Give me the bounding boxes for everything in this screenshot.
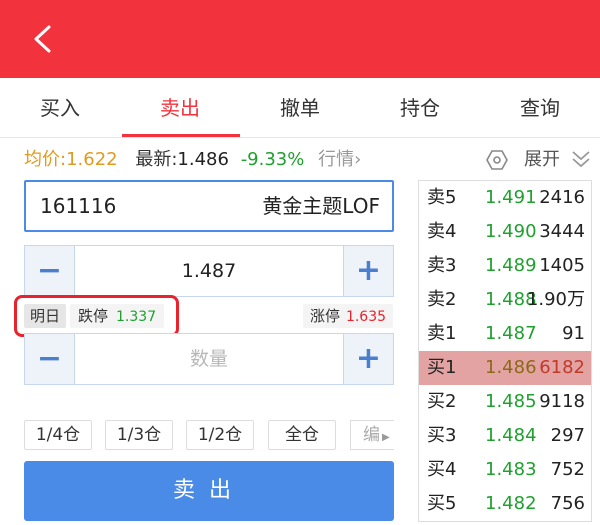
position-edit-button[interactable]: 编 ▶ <box>350 420 394 450</box>
active-tab-indicator <box>122 134 240 137</box>
level-price: 1.486 <box>485 357 537 378</box>
double-chevron-down-icon[interactable] <box>570 148 592 170</box>
limit-up-value: 1.635 <box>345 309 387 325</box>
order-book-row[interactable]: 卖2 1.488 1.90万 <box>419 283 591 317</box>
level-volume: 297 <box>550 425 585 446</box>
level-price: 1.485 <box>485 391 537 412</box>
level-price: 1.489 <box>485 255 537 276</box>
market-link-label: 行情 <box>318 149 355 170</box>
price-stepper: − 1.487 + <box>24 245 394 297</box>
tab-cancel[interactable]: 撤单 <box>240 78 360 138</box>
quantity-decrease-button[interactable]: − <box>25 334 75 384</box>
price-decrease-button[interactable]: − <box>25 246 75 296</box>
order-book-row[interactable]: 买5 1.482 756 <box>419 487 591 521</box>
level-label: 买1 <box>427 357 457 378</box>
order-book-row[interactable]: 卖5 1.491 2416 <box>419 181 591 215</box>
level-volume: 6182 <box>539 357 585 378</box>
level-label: 买3 <box>427 425 457 446</box>
top-bar <box>0 0 600 78</box>
market-link[interactable]: 行情 › <box>318 146 361 174</box>
annotation-highlight-box <box>14 295 179 337</box>
trade-tabs: 买入 卖出 撤单 持仓 查询 <box>0 78 600 138</box>
chevron-right-icon: › <box>354 149 362 170</box>
level-label: 买2 <box>427 391 457 412</box>
order-book-row[interactable]: 买3 1.484 297 <box>419 419 591 453</box>
level-price: 1.490 <box>485 221 537 242</box>
level-label: 卖4 <box>427 221 457 242</box>
last-price-value: 1.486 <box>177 149 229 170</box>
triangle-right-icon: ▶ <box>382 432 390 443</box>
tab-buy[interactable]: 买入 <box>0 78 120 138</box>
level-volume: 2416 <box>539 187 585 208</box>
quantity-increase-button[interactable]: + <box>343 334 393 384</box>
position-half-button[interactable]: 1/2仓 <box>186 420 254 450</box>
level-label: 卖5 <box>427 187 457 208</box>
level-volume: 9118 <box>539 391 585 412</box>
stock-selector[interactable]: 161116 黄金主题LOF <box>24 180 394 232</box>
limit-up-badge[interactable]: 涨停 1.635 <box>303 304 393 328</box>
quantity-stepper: − 数量 + <box>24 333 394 385</box>
level-volume: 756 <box>550 493 585 514</box>
stock-name: 黄金主题LOF <box>262 194 380 218</box>
level-label: 卖1 <box>427 323 457 344</box>
order-book-row-highlighted[interactable]: 买1 1.486 6182 <box>419 351 591 385</box>
change-percent: -9.33% <box>240 149 305 170</box>
order-book-row[interactable]: 卖3 1.489 1405 <box>419 249 591 283</box>
price-increase-button[interactable]: + <box>343 246 393 296</box>
expand-label[interactable]: 展开 <box>524 146 560 174</box>
level-price: 1.491 <box>485 187 537 208</box>
tab-sell[interactable]: 卖出 <box>120 78 240 138</box>
price-input[interactable]: 1.487 <box>75 246 343 296</box>
level-label: 买4 <box>427 459 457 480</box>
level-volume: 1.90万 <box>526 289 585 310</box>
level-volume: 1405 <box>539 255 585 276</box>
level-volume: 91 <box>562 323 585 344</box>
level-price: 1.487 <box>485 323 537 344</box>
position-third-button[interactable]: 1/3仓 <box>105 420 173 450</box>
quantity-input[interactable]: 数量 <box>75 334 343 384</box>
limit-up-label: 涨停 <box>309 307 340 325</box>
sell-submit-button[interactable]: 卖出 <box>24 461 394 521</box>
tab-holdings[interactable]: 持仓 <box>360 78 480 138</box>
level-volume: 3444 <box>539 221 585 242</box>
position-full-button[interactable]: 全仓 <box>268 420 336 450</box>
level-volume: 752 <box>550 459 585 480</box>
stock-code: 161116 <box>40 194 117 218</box>
level-label: 卖3 <box>427 255 457 276</box>
level-label: 买5 <box>427 493 457 514</box>
last-price-label: 最新: <box>135 149 178 170</box>
level-price: 1.483 <box>485 459 537 480</box>
level-price: 1.484 <box>485 425 537 446</box>
hexagon-settings-icon[interactable] <box>486 149 508 171</box>
tab-query[interactable]: 查询 <box>480 78 600 138</box>
order-book: 卖5 1.491 2416 卖4 1.490 3444 卖3 1.489 140… <box>418 180 592 522</box>
avg-price-value: 1.622 <box>66 149 118 170</box>
chevron-left-icon[interactable] <box>30 24 54 54</box>
avg-price-label: 均价: <box>24 149 67 170</box>
order-book-row[interactable]: 买4 1.483 752 <box>419 453 591 487</box>
position-quarter-button[interactable]: 1/4仓 <box>24 420 92 450</box>
quote-line: 均价:1.622 最新:1.486 -9.33% 行情 › <box>24 146 361 174</box>
level-label: 卖2 <box>427 289 457 310</box>
position-edit-label: 编 <box>363 425 380 445</box>
order-book-row[interactable]: 卖4 1.490 3444 <box>419 215 591 249</box>
level-price: 1.482 <box>485 493 537 514</box>
order-book-row[interactable]: 买2 1.485 9118 <box>419 385 591 419</box>
order-book-row[interactable]: 卖1 1.487 91 <box>419 317 591 351</box>
